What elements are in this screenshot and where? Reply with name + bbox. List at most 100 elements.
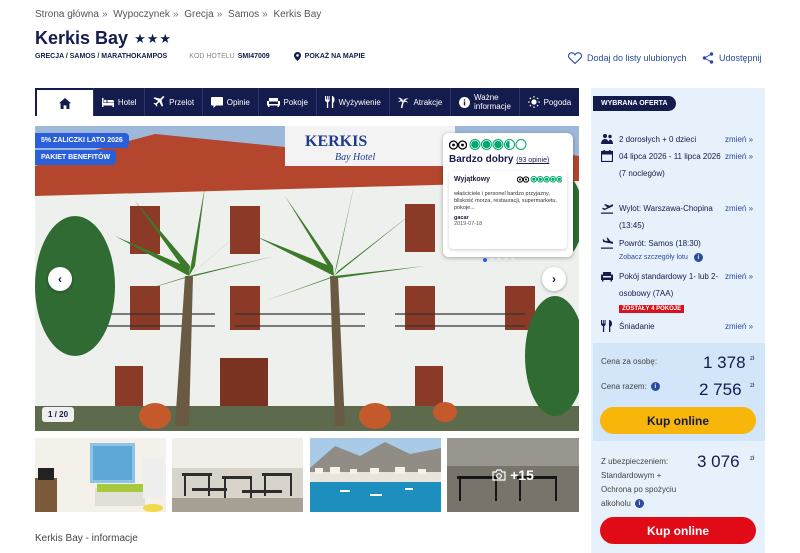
tab-important-info[interactable]: Ważne informacje — [450, 88, 519, 116]
tab-reviews[interactable]: Opinie — [201, 88, 258, 116]
currency-label: zł — [750, 356, 755, 362]
price-total: 2 756 — [699, 380, 742, 399]
show-map-link[interactable]: POKAŻ NA MAPIE — [293, 52, 366, 61]
breadcrumb-grecja[interactable]: Grecja — [184, 9, 213, 20]
calendar-icon — [601, 150, 613, 162]
speech-bubble-icon — [210, 96, 223, 108]
hotel-code-label: KOD HOTELU — [189, 53, 235, 60]
price-per-person: 1 378 — [703, 353, 746, 372]
tab-attractions-label: Atrakcje — [413, 97, 443, 107]
hotel-location: GRECJA / SAMOS / MARATHOKAMPOS — [35, 53, 168, 60]
tab-hotel-label: Hotel — [117, 97, 137, 107]
review-title: Wyjątkowy — [454, 176, 491, 183]
review-carousel-dots — [483, 258, 515, 262]
tab-rooms-label: Pokoje — [283, 97, 308, 107]
carousel-dot[interactable] — [483, 258, 487, 262]
add-to-favorites-button[interactable]: Dodaj do listy ulubionych — [568, 52, 687, 64]
price-total-label: Cena razem: i — [601, 382, 660, 392]
rating-bubble-fill — [532, 177, 536, 181]
hotel-code: SMI47009 — [237, 53, 270, 60]
change-persons-link[interactable]: zmień » — [725, 135, 753, 144]
more-photos-button[interactable]: +15 — [447, 438, 579, 512]
rating-bubble-fill — [494, 140, 502, 149]
breadcrumb-wypoczynek[interactable]: Wypoczynek — [113, 9, 170, 20]
more-photos-count: +15 — [510, 467, 534, 483]
change-board-link[interactable]: zmień » — [725, 322, 753, 331]
show-map-label: POKAŻ NA MAPIE — [304, 53, 366, 60]
change-room-link[interactable]: zmień » — [725, 272, 753, 281]
promo-badge-deposit: 5% ZALICZKI LATO 2026 — [35, 133, 129, 148]
gallery-next-button[interactable]: › — [542, 267, 566, 291]
rating-bubble-fill — [557, 177, 561, 181]
hotel-meta: GRECJA / SAMOS / MARATHOKAMPOS KOD HOTEL… — [35, 52, 365, 61]
info-icon — [459, 96, 471, 108]
share-label: Udostępnij — [719, 53, 762, 63]
change-dates-link[interactable]: zmień » — [725, 152, 753, 161]
home-icon — [59, 97, 71, 109]
buy-online-button[interactable]: Kup online — [600, 407, 756, 434]
rating-bubble-fill — [482, 140, 491, 149]
hotel-tabs: Hotel Przelot Opinie Pokoje Wyżywienie A… — [35, 88, 579, 116]
info-icon[interactable]: i — [634, 499, 644, 509]
thumbnail-restaurant[interactable] — [172, 438, 303, 512]
tab-attractions[interactable]: Atrakcje — [388, 88, 451, 116]
tab-reviews-label: Opinie — [226, 97, 250, 107]
breadcrumb-samos[interactable]: Samos — [228, 9, 259, 20]
price-per-person-label: Cena za osobę: — [601, 357, 658, 366]
tripadvisor-card[interactable]: Bardzo dobry (93 opinie) Wyjątkowy właśc… — [443, 133, 573, 257]
tripadvisor-owl-small-icon — [517, 176, 529, 183]
review-text: właściciele i personel bardzo przyjazny,… — [454, 191, 558, 211]
thumbnail-room[interactable] — [35, 438, 166, 512]
palm-icon — [397, 97, 410, 108]
carousel-dot[interactable] — [497, 258, 501, 262]
sun-icon — [527, 96, 540, 108]
share-button[interactable]: Udostępnij — [702, 52, 762, 64]
buy-online-insurance-button[interactable]: Kup online — [600, 517, 756, 544]
review-bubbles — [530, 176, 562, 183]
map-pin-icon — [293, 52, 301, 61]
rating-bubble-fill — [505, 140, 510, 149]
tab-weather[interactable]: Pogoda — [518, 88, 579, 116]
camera-icon — [492, 469, 506, 481]
tab-important-info-label: Ważne informacje — [474, 93, 511, 111]
tab-flight[interactable]: Przelot — [144, 88, 202, 116]
info-icon[interactable]: i — [650, 382, 660, 392]
info-icon: i — [693, 253, 703, 262]
price-with-insurance: 3 076 — [697, 452, 740, 471]
chevron-right-icon: › — [552, 272, 556, 286]
gallery-counter: 1 / 20 — [42, 407, 75, 422]
people-icon — [601, 134, 613, 144]
sofa-icon — [266, 97, 280, 107]
rating-bubble-fill — [471, 140, 479, 149]
offer-header: WYBRANA OFERTA — [593, 96, 676, 111]
carousel-dot[interactable] — [504, 258, 508, 262]
tab-flight-label: Przelot — [169, 97, 195, 107]
carousel-dot[interactable] — [490, 258, 494, 262]
rating-bubbles — [469, 139, 527, 150]
share-icon — [702, 52, 714, 64]
plane-landing-icon — [601, 237, 613, 249]
hotel-stars: ★★★ — [134, 30, 173, 46]
breadcrumb-home[interactable]: Strona główna — [35, 9, 99, 20]
cutlery-icon — [601, 320, 612, 332]
rating-bubble-fill — [538, 177, 542, 181]
sofa-icon — [601, 272, 613, 282]
currency-label: zł — [750, 456, 755, 462]
flight-details-link[interactable]: Zobacz szczegóły lotu i — [619, 253, 703, 262]
tab-weather-label: Pogoda — [543, 97, 572, 107]
tab-home[interactable] — [35, 88, 93, 116]
tab-rooms[interactable]: Pokoje — [257, 88, 316, 116]
breadcrumb: Strona główna» Wypoczynek» Grecja» Samos… — [35, 9, 322, 20]
thumbnail-harbor[interactable] — [310, 438, 441, 512]
change-departure-link[interactable]: zmień » — [725, 204, 753, 213]
carousel-dot[interactable] — [511, 258, 515, 262]
tab-hotel[interactable]: Hotel — [93, 88, 144, 116]
hotel-sign-sub: Bay Hotel — [335, 152, 375, 163]
hotel-title: Kerkis Bay — [35, 28, 129, 48]
insurance-text: Z ubezpieczeniem: Standardowym + Ochrona… — [601, 457, 677, 509]
favorites-label: Dodaj do listy ulubionych — [587, 53, 687, 63]
gallery-prev-button[interactable]: ‹ — [48, 267, 72, 291]
reviews-count-link[interactable]: (93 opinie) — [516, 157, 549, 164]
plane-takeoff-icon — [601, 204, 613, 214]
tab-board[interactable]: Wyżywienie — [315, 88, 389, 116]
